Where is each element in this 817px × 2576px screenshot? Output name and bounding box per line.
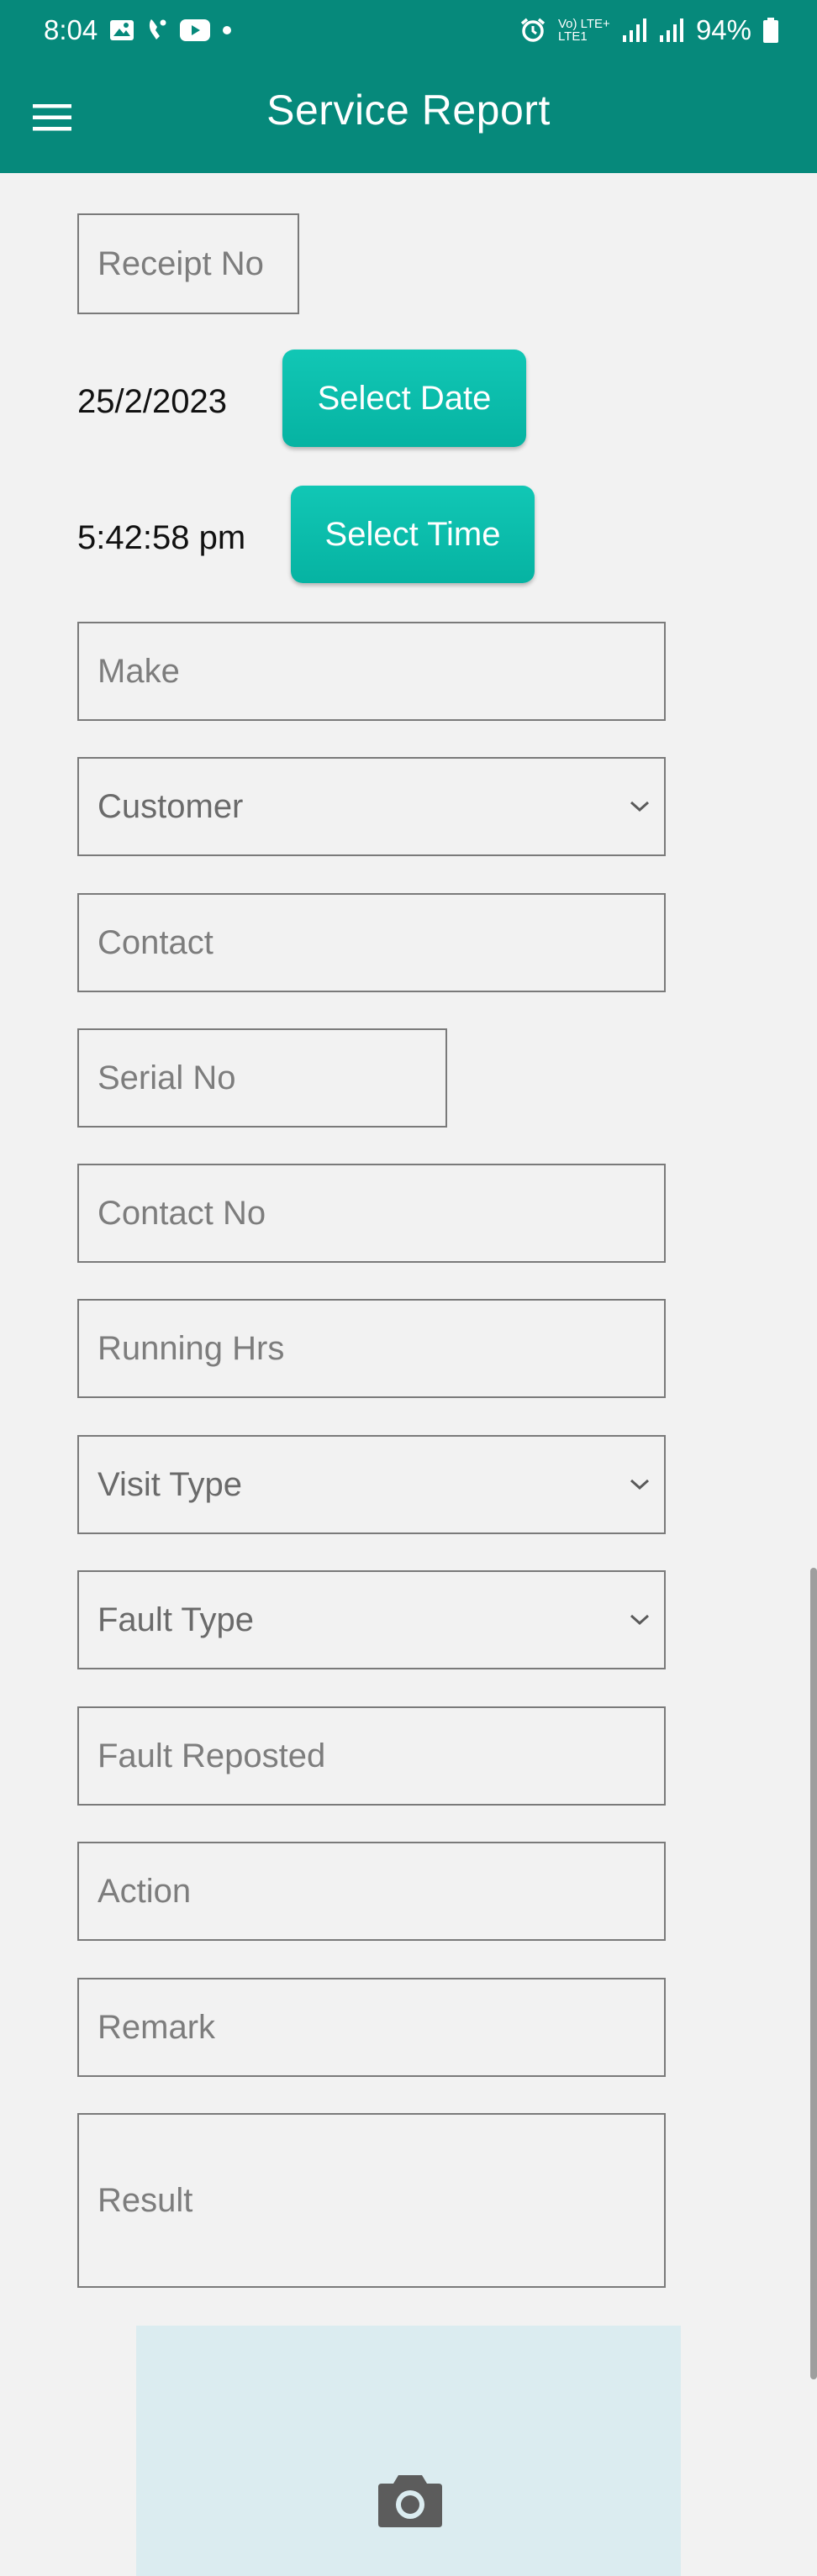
app-bar: Service Report — [0, 60, 817, 173]
fault-type-select-value: Fault Type — [98, 1601, 255, 1638]
customer-select[interactable]: Customer — [77, 757, 666, 856]
missed-call-icon — [146, 18, 168, 43]
signal-icon — [659, 18, 684, 42]
youtube-icon — [180, 19, 211, 41]
alarm-icon — [519, 17, 546, 44]
battery-icon — [763, 18, 778, 43]
select-time-button[interactable]: Select Time — [291, 486, 535, 583]
photo-upload-area[interactable] — [136, 2326, 681, 2576]
date-value: 25/2/2023 — [77, 383, 227, 420]
chevron-down-icon — [629, 1478, 651, 1491]
customer-select-value: Customer — [98, 787, 244, 825]
fault-reported-input[interactable] — [77, 1706, 666, 1806]
page-title: Service Report — [266, 87, 551, 134]
chevron-down-icon — [629, 1613, 651, 1627]
action-input[interactable] — [77, 1842, 666, 1941]
status-time: 8:04 — [44, 14, 98, 45]
dot-icon — [222, 25, 232, 35]
contact-no-input[interactable] — [77, 1164, 666, 1263]
camera-icon[interactable] — [377, 2470, 444, 2529]
battery-percent: 94% — [695, 14, 751, 45]
serial-no-input[interactable] — [77, 1028, 447, 1128]
image-icon — [109, 19, 134, 41]
visit-type-select-value: Visit Type — [98, 1465, 242, 1503]
scrollbar-thumb[interactable] — [810, 1568, 817, 2379]
visit-type-select[interactable]: Visit Type — [77, 1435, 666, 1534]
signal-icon — [622, 18, 647, 42]
top-bar: 8:04 Vo) LTE+ LTE1 94% Service Report — [0, 0, 817, 173]
fault-type-select[interactable]: Fault Type — [77, 1570, 666, 1669]
select-date-button[interactable]: Select Date — [282, 350, 526, 447]
status-bar: 8:04 Vo) LTE+ LTE1 94% — [0, 0, 817, 60]
time-value: 5:42:58 pm — [77, 519, 246, 556]
status-bar-right: Vo) LTE+ LTE1 94% — [519, 14, 778, 46]
contact-input[interactable] — [77, 893, 666, 992]
chevron-down-icon — [629, 800, 651, 813]
running-hrs-input[interactable] — [77, 1299, 666, 1398]
receipt-no-input[interactable] — [77, 213, 299, 314]
make-input[interactable] — [77, 622, 666, 721]
volte-indicator: Vo) LTE+ LTE1 — [557, 17, 610, 44]
result-input[interactable] — [77, 2113, 666, 2288]
remark-input[interactable] — [77, 1978, 666, 2077]
status-bar-left: 8:04 — [44, 14, 232, 46]
